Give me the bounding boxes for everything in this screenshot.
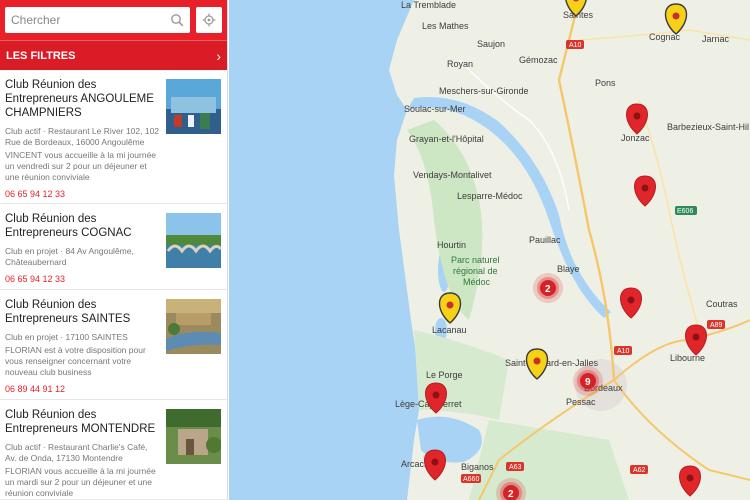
label-royan: Royan bbox=[447, 59, 473, 69]
label-vendays: Vendays-Montalivet bbox=[413, 170, 492, 180]
chevron-right-icon: › bbox=[216, 47, 221, 64]
label-pessac: Pessac bbox=[566, 397, 596, 407]
club-card-cognac[interactable]: Club Réunion des Entrepreneurs COGNAC Cl… bbox=[0, 204, 227, 290]
label-soulac: Soulac-sur-Mer bbox=[404, 104, 466, 114]
cluster-blaye[interactable]: 2 bbox=[533, 273, 563, 303]
label-park-line2: régional de bbox=[453, 266, 498, 276]
club-card-saintes[interactable]: Club Réunion des Entrepreneurs SAINTES C… bbox=[0, 290, 227, 400]
label-meschers: Meschers-sur-Gironde bbox=[439, 86, 529, 96]
label-lacanau: Lacanau bbox=[432, 325, 467, 335]
label-park-line3: Médoc bbox=[463, 277, 491, 287]
label-biganos: Biganos bbox=[461, 462, 494, 472]
road-a89: A89 bbox=[710, 322, 723, 329]
label-libourne: Libourne bbox=[670, 353, 705, 363]
club-photo bbox=[166, 299, 221, 354]
cluster-count: 2 bbox=[508, 489, 514, 500]
road-a62: A62 bbox=[633, 467, 646, 474]
road-a10: A10 bbox=[569, 42, 582, 49]
club-address: Club en projet · 84 Av Angoulême, Châtea… bbox=[5, 246, 134, 267]
club-address: Club en projet · 17100 SAINTES bbox=[5, 332, 128, 342]
label-les-mathes: Les Mathes bbox=[422, 21, 469, 31]
label-la-tremblade: La Tremblade bbox=[401, 0, 456, 10]
map-view[interactable]: A10 A10 E606 A89 A63 A62 A660 La Trembla… bbox=[229, 0, 750, 500]
club-description: VINCENT vous accueille à la mi journée u… bbox=[5, 150, 157, 182]
cluster-bordeaux[interactable]: 9 bbox=[573, 366, 603, 396]
filters-toggle[interactable]: LES FILTRES › bbox=[0, 40, 227, 70]
results-sidebar: LES FILTRES › Club Réunion des Entrepren… bbox=[0, 0, 228, 500]
search-icon[interactable] bbox=[170, 13, 184, 27]
cluster-count: 9 bbox=[585, 377, 591, 388]
club-phone-link[interactable]: 06 89 44 91 12 bbox=[5, 384, 160, 394]
club-name: Club Réunion des Entrepreneurs COGNAC bbox=[5, 213, 132, 239]
label-jarnac: Jarnac bbox=[702, 34, 730, 44]
road-a10-south: A10 bbox=[617, 348, 630, 355]
label-hourtin: Hourtin bbox=[437, 240, 466, 250]
club-photo bbox=[166, 409, 221, 464]
label-coutras: Coutras bbox=[706, 299, 738, 309]
club-phone-link[interactable]: 06 65 94 12 33 bbox=[5, 274, 160, 284]
crosshair-icon bbox=[202, 13, 216, 27]
ocean bbox=[229, 0, 419, 500]
road-a63: A63 bbox=[509, 464, 522, 471]
club-phone-link[interactable]: 06 65 94 12 33 bbox=[5, 189, 160, 199]
club-description: FLORIAN vous accueille à la mi journée u… bbox=[5, 466, 156, 498]
club-card-angouleme[interactable]: Club Réunion des Entrepreneurs ANGOULEME… bbox=[0, 70, 227, 204]
label-pons: Pons bbox=[595, 78, 616, 88]
label-gemozac: Gémozac bbox=[519, 55, 558, 65]
club-name: Club Réunion des Entrepreneurs ANGOULEME… bbox=[5, 79, 154, 119]
club-card-montendre[interactable]: Club Réunion des Entrepreneurs MONTENDRE… bbox=[0, 400, 227, 500]
label-saujon: Saujon bbox=[477, 39, 505, 49]
label-pauillac: Pauillac bbox=[529, 235, 561, 245]
club-photo bbox=[166, 79, 221, 134]
cluster-count: 2 bbox=[545, 284, 551, 295]
locate-me-button[interactable] bbox=[196, 7, 222, 33]
label-lesparre: Lesparre-Médoc bbox=[457, 191, 523, 201]
club-name: Club Réunion des Entrepreneurs SAINTES bbox=[5, 299, 131, 325]
road-a660: A660 bbox=[463, 476, 479, 483]
club-photo bbox=[166, 213, 221, 268]
label-le-porge: Le Porge bbox=[426, 370, 463, 380]
search-input[interactable] bbox=[11, 13, 170, 27]
club-name: Club Réunion des Entrepreneurs MONTENDRE bbox=[5, 409, 156, 435]
club-description: FLORIAN est à votre disposition pour vou… bbox=[5, 345, 146, 377]
club-address: Club actif · Restaurant Le River 102, 10… bbox=[5, 126, 160, 147]
filters-label: LES FILTRES bbox=[6, 49, 76, 62]
search-box bbox=[5, 7, 190, 33]
label-park-line1: Parc naturel bbox=[451, 255, 500, 265]
label-jonzac: Jonzac bbox=[621, 133, 650, 143]
road-e606: E606 bbox=[677, 208, 693, 215]
club-address: Club actif · Restaurant Charlie's Café, … bbox=[5, 442, 148, 463]
search-bar bbox=[0, 0, 227, 40]
label-grayan: Grayan-et-l'Hôpital bbox=[409, 134, 484, 144]
label-blaye: Blaye bbox=[557, 264, 580, 274]
label-barbezieux: Barbezieux-Saint-Hil bbox=[667, 122, 749, 132]
